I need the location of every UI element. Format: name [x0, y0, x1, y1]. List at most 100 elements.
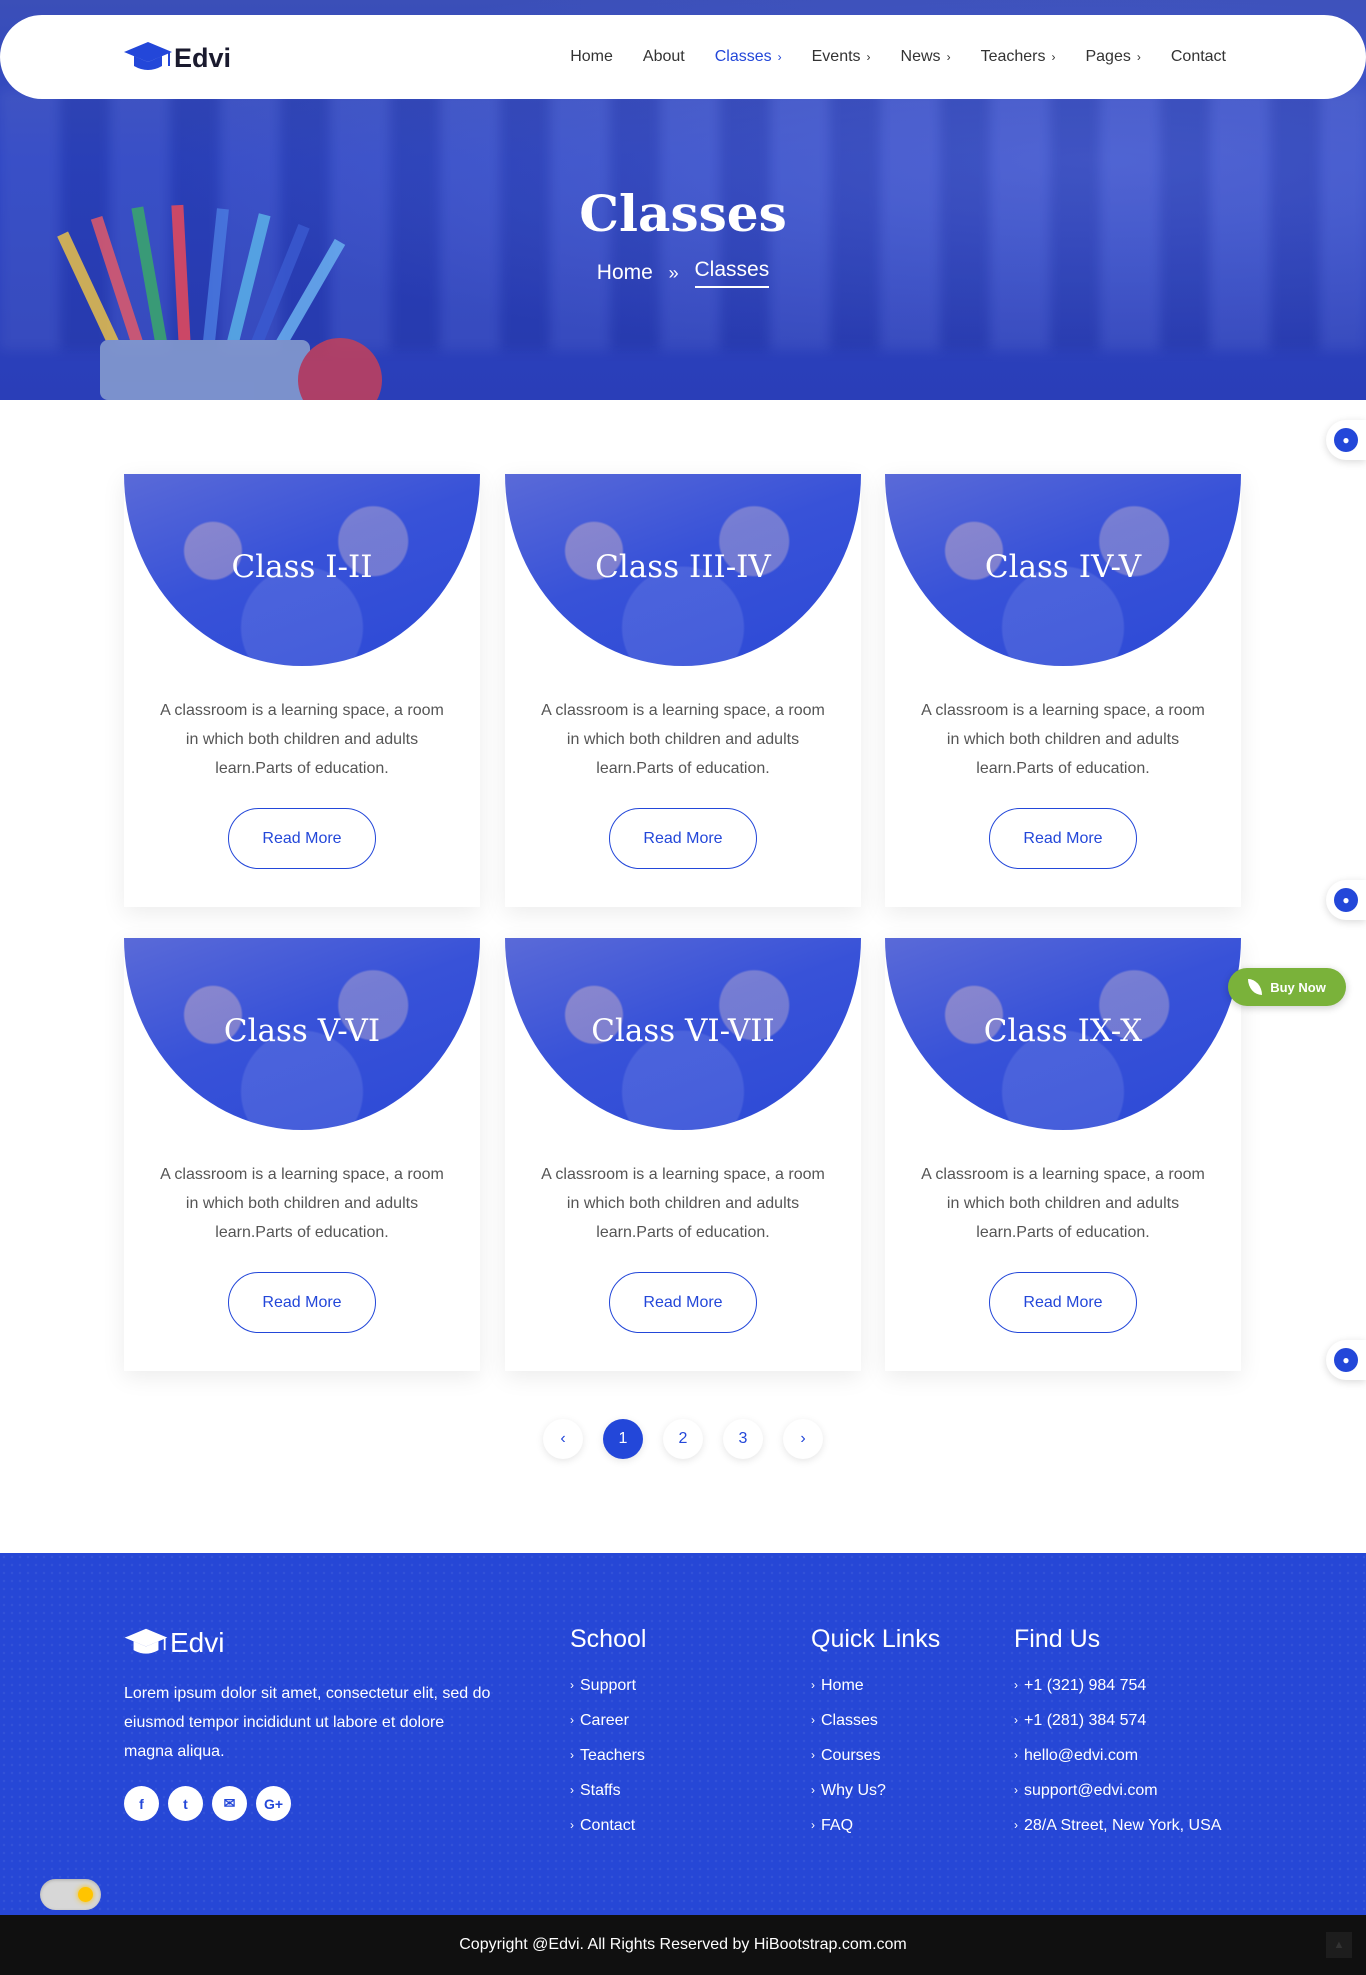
footer-link[interactable]: › Classes	[811, 1703, 940, 1738]
footer-contact: › 28/A Street, New York, USA	[1014, 1808, 1221, 1843]
footer-contact[interactable]: › +1 (281) 384 574	[1014, 1703, 1221, 1738]
theme-toggle[interactable]	[40, 1879, 101, 1910]
nav-item-classes[interactable]: Classes ›	[715, 48, 782, 66]
chevron-left-icon[interactable]: ‹	[543, 1419, 583, 1459]
footer-link[interactable]: › Contact	[570, 1808, 646, 1843]
class-card-image: Class IV-V	[885, 474, 1241, 666]
footer-link[interactable]: › Courses	[811, 1738, 940, 1773]
footer-contact-label: +1 (281) 384 574	[1024, 1712, 1147, 1729]
buy-now-button[interactable]: Buy Now	[1228, 968, 1346, 1006]
breadcrumb-current: Classes	[694, 258, 770, 288]
nav-item-news[interactable]: News ›	[901, 48, 951, 66]
footer-link-label: Home	[821, 1677, 864, 1694]
class-card-title: Class V-VI	[223, 1013, 381, 1049]
footer-heading: Find Us	[1014, 1625, 1101, 1653]
read-more-button[interactable]: Read More	[228, 1272, 376, 1333]
google-plus-icon[interactable]: G+	[256, 1786, 291, 1821]
nav-label: Pages	[1085, 48, 1131, 65]
chevron-right-icon: ›	[811, 1748, 815, 1762]
side-badge[interactable]: ●	[1326, 420, 1366, 460]
chevron-right-icon: ›	[1014, 1713, 1018, 1727]
double-chevron-right-icon: »	[668, 262, 679, 283]
class-card-text: A classroom is a learning space, a room …	[921, 702, 1205, 777]
chevron-right-icon: ›	[1014, 1748, 1018, 1762]
nav-item-about[interactable]: About	[643, 48, 685, 66]
footer-link[interactable]: › Teachers	[570, 1738, 646, 1773]
footer-link[interactable]: › Why Us?	[811, 1773, 940, 1808]
footer-link-label: Teachers	[580, 1747, 645, 1764]
footer-contact[interactable]: › support@edvi.com	[1014, 1773, 1221, 1808]
page-button-3[interactable]: 3	[723, 1419, 763, 1459]
email-icon[interactable]: ✉	[212, 1786, 247, 1821]
logo-text: Edvi	[174, 42, 232, 73]
class-card-image: Class III-IV	[505, 474, 861, 666]
chevron-right-icon: ›	[1136, 50, 1141, 64]
class-card: Class IV-V A classroom is a learning spa…	[885, 474, 1241, 907]
footer-logo-text: Edvi	[170, 1627, 225, 1658]
breadcrumb-home[interactable]: Home	[597, 261, 653, 285]
nav-label: Home	[570, 48, 613, 65]
chevron-right-icon: ›	[570, 1713, 574, 1727]
read-more-button[interactable]: Read More	[989, 808, 1137, 869]
footer-heading: School	[570, 1625, 647, 1653]
social-links: f t ✉ G+	[124, 1786, 291, 1821]
graduation-cap-icon	[124, 1628, 168, 1654]
chevron-right-icon: ›	[570, 1678, 574, 1692]
footer: Edvi Lorem ipsum dolor sit amet, consect…	[0, 1553, 1366, 1915]
footer-link[interactable]: › FAQ	[811, 1808, 940, 1843]
nav-item-home[interactable]: Home	[570, 48, 613, 66]
footer-link[interactable]: › Career	[570, 1703, 646, 1738]
page-button-1[interactable]: 1	[603, 1419, 643, 1459]
read-more-button[interactable]: Read More	[228, 808, 376, 869]
class-card: Class VI-VII A classroom is a learning s…	[505, 938, 861, 1371]
facebook-icon[interactable]: f	[124, 1786, 159, 1821]
footer-contact[interactable]: › hello@edvi.com	[1014, 1738, 1221, 1773]
footer-school: School › Support › Career › Teachers › Staff…	[570, 1625, 646, 1843]
side-badge[interactable]: ●	[1326, 1340, 1366, 1380]
nav-item-teachers[interactable]: Teachers ›	[981, 48, 1056, 66]
read-more-button[interactable]: Read More	[609, 808, 757, 869]
footer-link[interactable]: › Support	[570, 1668, 646, 1703]
nav-item-contact[interactable]: Contact	[1171, 48, 1226, 66]
logo[interactable]: Edvi	[124, 40, 231, 76]
nav-item-pages[interactable]: Pages ›	[1085, 48, 1140, 66]
class-card-title: Class IX-X	[983, 1013, 1143, 1049]
nav-label: About	[642, 48, 685, 65]
footer-quick-links: Quick Links › Home › Classes › Courses › Why…	[811, 1625, 940, 1843]
footer-link[interactable]: › Staffs	[570, 1773, 646, 1808]
pagination: ‹ 1 2 3 ›	[0, 1419, 1366, 1459]
footer-link-label: FAQ	[821, 1817, 854, 1834]
nav-item-events[interactable]: Events ›	[812, 48, 871, 66]
copyright-bar: Copyright @Edvi. All Rights Reserved by …	[0, 1915, 1366, 1975]
class-card-text: A classroom is a learning space, a room …	[160, 702, 444, 777]
copyright-text: Copyright @Edvi. All Rights Reserved by …	[459, 1936, 907, 1953]
nav-label: Contact	[1170, 48, 1226, 65]
nav-label: Classes	[714, 48, 772, 65]
nav-label: News	[900, 48, 941, 65]
footer-contact-label: +1 (321) 984 754	[1024, 1677, 1147, 1694]
back-to-top-icon[interactable]: ▲	[1326, 1932, 1352, 1958]
bear-icon: ●	[1334, 1348, 1358, 1372]
class-card-image: Class VI-VII	[505, 938, 861, 1130]
class-card-title: Class VI-VII	[591, 1013, 775, 1049]
chevron-right-icon: ›	[570, 1748, 574, 1762]
chevron-right-icon[interactable]: ›	[783, 1419, 823, 1459]
twitter-icon[interactable]: t	[168, 1786, 203, 1821]
nav-label: Teachers	[980, 48, 1046, 65]
footer-link[interactable]: › Home	[811, 1668, 940, 1703]
footer-contact[interactable]: › +1 (321) 984 754	[1014, 1668, 1221, 1703]
graduation-cap-icon	[124, 42, 172, 70]
footer-contact-label: support@edvi.com	[1024, 1782, 1158, 1799]
chevron-right-icon: ›	[1014, 1678, 1018, 1692]
page-button-2[interactable]: 2	[663, 1419, 703, 1459]
footer-logo[interactable]: Edvi	[124, 1627, 224, 1659]
chevron-right-icon: ›	[811, 1678, 815, 1692]
footer-contact-label: 28/A Street, New York, USA	[1024, 1817, 1222, 1834]
navbar: Edvi Home About Classes › Events › News › T…	[0, 15, 1366, 99]
side-badge[interactable]: ●	[1326, 880, 1366, 920]
main-nav: Home About Classes › Events › News › Teache…	[570, 15, 1226, 99]
leaf-icon	[1248, 979, 1263, 995]
class-card-title: Class III-IV	[595, 549, 771, 585]
read-more-button[interactable]: Read More	[989, 1272, 1137, 1333]
read-more-button[interactable]: Read More	[609, 1272, 757, 1333]
